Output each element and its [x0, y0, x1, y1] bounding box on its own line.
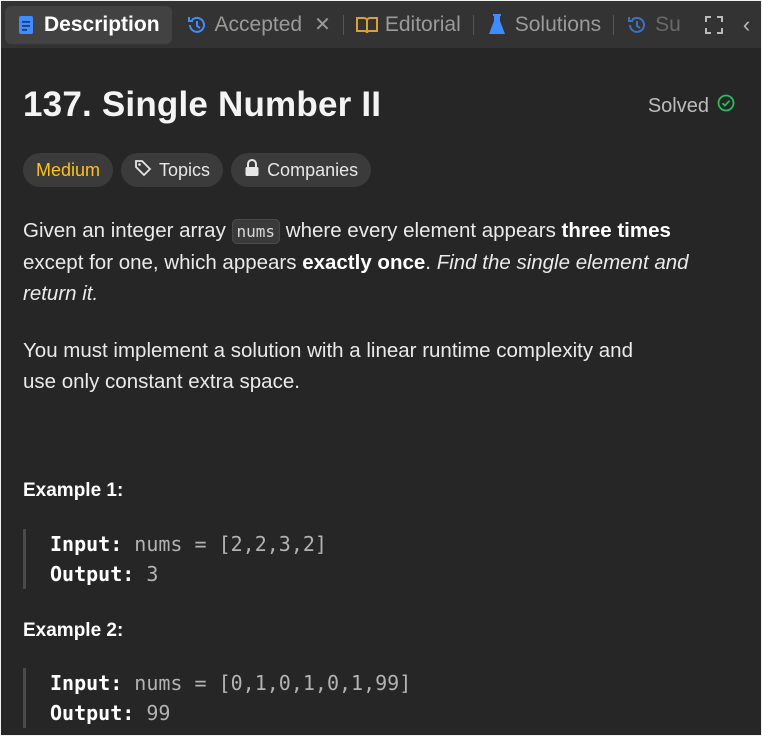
history-icon [186, 14, 208, 36]
example-output-line: Output: 3 [50, 559, 327, 589]
description-paragraph: Given an integer array nums where every … [23, 215, 713, 309]
example-2-block: Input: nums = [0,1,0,1,0,1,99] Output: 9… [23, 668, 411, 728]
output-label: Output: [50, 701, 135, 725]
input-value: nums = [0,1,0,1,0,1,99] [122, 671, 412, 695]
text: except for one, which appears [23, 251, 303, 274]
tab-solutions[interactable]: Solutions [478, 6, 609, 44]
bold-text: exactly once [302, 251, 426, 274]
flask-icon [486, 13, 508, 36]
expand-icon[interactable] [703, 14, 725, 36]
example-1-title: Example 1: [23, 480, 124, 501]
solved-label: Solved [647, 94, 709, 117]
text: . [425, 251, 437, 274]
output-label: Output: [50, 562, 135, 586]
page-title: 137. Single Number II [23, 85, 382, 124]
document-icon [15, 14, 37, 36]
output-value: 99 [134, 701, 171, 725]
solved-status: Solved [648, 94, 735, 118]
topics-button[interactable]: Topics [121, 153, 224, 187]
close-icon[interactable]: ✕ [314, 12, 331, 37]
tab-accepted[interactable]: Accepted ✕ [178, 6, 339, 44]
input-label: Input: [50, 671, 123, 695]
example-input-line: Input: nums = [0,1,0,1,0,1,99] [50, 668, 411, 698]
companies-button[interactable]: Companies [231, 153, 372, 187]
history-icon [626, 14, 648, 36]
tab-submissions[interactable]: Su [618, 6, 689, 44]
example-input-line: Input: nums = [2,2,3,2] [50, 529, 327, 559]
tab-divider [342, 14, 344, 35]
tab-bar: Description Accepted ✕ Editorial Solutio… [1, 1, 761, 48]
example-output-line: Output: 99 [50, 698, 411, 728]
tab-submissions-label: Su [655, 12, 681, 36]
tab-solutions-label: Solutions [514, 12, 602, 36]
problem-tags: Medium Topics Companies [23, 153, 372, 187]
text: where every element appears [280, 219, 562, 242]
tab-accepted-label: Accepted [214, 12, 303, 36]
tab-description-label: Description [44, 12, 160, 36]
output-value: 3 [134, 562, 159, 586]
problem-panel: Description Accepted ✕ Editorial Solutio… [1, 1, 761, 735]
lock-icon [244, 158, 267, 182]
example-2-title: Example 2: [23, 620, 124, 641]
input-value: nums = [2,2,3,2] [122, 532, 327, 556]
chevron-left-icon[interactable]: ‹ [743, 12, 750, 38]
tab-editorial-label: Editorial [384, 12, 461, 36]
tab-editorial[interactable]: Editorial [348, 6, 469, 44]
description-paragraph: You must implement a solution with a lin… [23, 339, 633, 393]
example-1-block: Input: nums = [2,2,3,2] Output: 3 [23, 529, 327, 589]
tab-divider [472, 14, 474, 35]
inline-code: nums [231, 219, 281, 244]
bold-text: three times [561, 219, 671, 242]
check-circle-icon [709, 94, 735, 118]
tab-divider [613, 14, 615, 35]
topics-label: Topics [159, 159, 211, 180]
text: Given an integer array [23, 219, 232, 242]
companies-label: Companies [267, 159, 359, 180]
book-icon [355, 14, 378, 36]
tag-icon [134, 159, 159, 182]
tab-description[interactable]: Description [5, 5, 172, 44]
problem-description: Given an integer array nums where every … [23, 215, 713, 423]
input-label: Input: [50, 532, 123, 556]
difficulty-badge: Medium [23, 153, 114, 187]
